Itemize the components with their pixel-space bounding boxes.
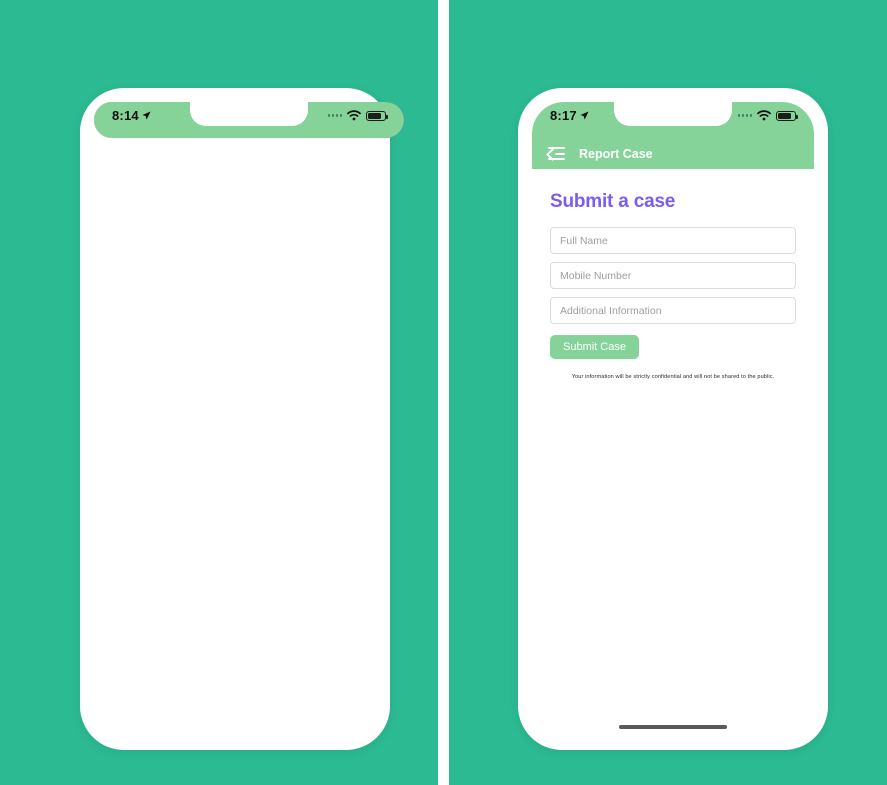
- location-arrow-icon: [580, 111, 589, 120]
- location-arrow-icon: [142, 111, 151, 120]
- additional-information-input[interactable]: [550, 297, 796, 324]
- menu-fold-icon[interactable]: [546, 147, 565, 161]
- phone-mockup-left: Development e Unit (RESU) 2334 rvices (H…: [80, 88, 404, 750]
- screen-left: Development e Unit (RESU) 2334 rvices (H…: [94, 102, 404, 138]
- signal-dots-icon: [737, 114, 752, 117]
- notch: [614, 102, 732, 126]
- mobile-number-input[interactable]: [550, 262, 796, 289]
- battery-icon: [366, 110, 388, 121]
- status-time-group: 8:17: [550, 108, 589, 123]
- status-indicators: [327, 110, 388, 121]
- status-bar-left: 8:14: [94, 102, 404, 138]
- status-time-group: 8:14: [112, 108, 151, 123]
- phone-mockup-right: 8:17 Report Case Submit a case Full Name…: [518, 88, 828, 750]
- app-bar: Report Case: [532, 138, 814, 169]
- panel-divider: [438, 0, 449, 785]
- full-name-input[interactable]: [550, 227, 796, 254]
- status-time: 8:17: [550, 108, 577, 123]
- page-title: Report Case: [579, 146, 653, 161]
- home-indicator-right[interactable]: [619, 725, 727, 729]
- screen-right: 8:17 Report Case Submit a case Full Name…: [532, 102, 814, 736]
- status-time: 8:14: [112, 108, 139, 123]
- form-heading: Submit a case: [550, 191, 676, 212]
- notch: [190, 102, 308, 126]
- signal-dots-icon: [327, 114, 342, 117]
- battery-icon: [776, 110, 798, 121]
- wifi-icon: [347, 110, 361, 121]
- report-case-form: Submit a case Submit Case Your informati…: [532, 169, 814, 736]
- status-indicators: [737, 110, 798, 121]
- wifi-icon: [757, 110, 771, 121]
- confidentiality-disclaimer: Your information will be strictly confid…: [571, 374, 775, 380]
- submit-case-button[interactable]: Submit Case: [550, 335, 639, 359]
- status-bar-right: 8:17: [532, 102, 814, 138]
